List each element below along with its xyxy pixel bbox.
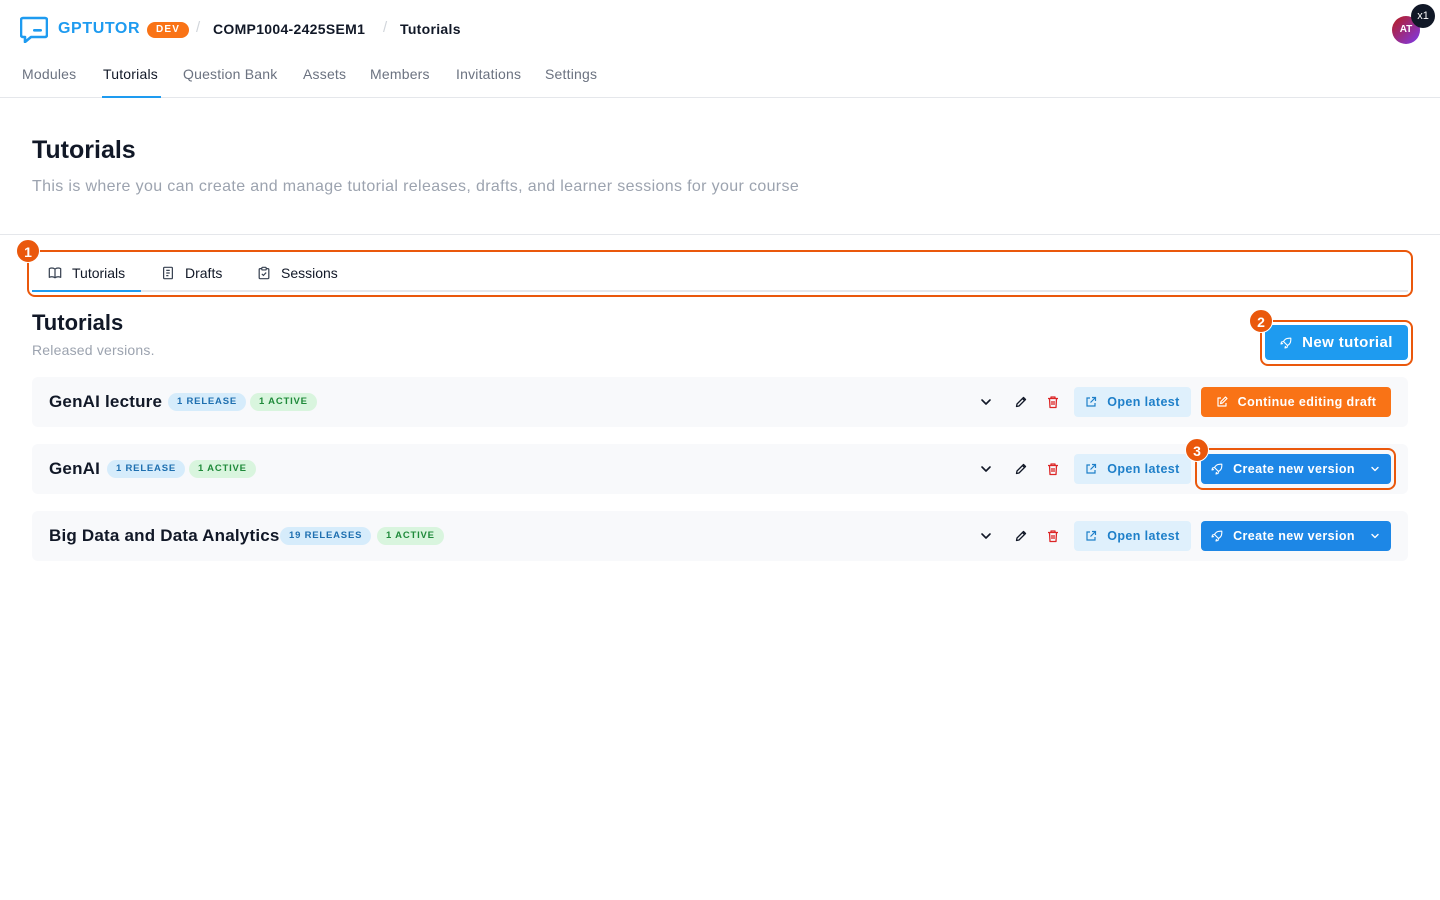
active-count-badge: 1 ACTIVE <box>377 527 444 545</box>
annotation-marker: 3 <box>1185 438 1209 462</box>
tutorial-row: GenAI lecture 1 RELEASE 1 ACTIVE Open la… <box>32 377 1408 427</box>
release-count-badge: 19 RELEASES <box>280 527 372 545</box>
section-subtitle: Released versions. <box>32 342 155 358</box>
trash-icon[interactable] <box>1045 394 1061 410</box>
annotation-box-tabs <box>27 250 1413 297</box>
chevron-down-icon[interactable] <box>978 461 994 477</box>
active-count-badge: 1 ACTIVE <box>250 393 317 411</box>
tutorial-row: Big Data and Data Analytics 19 RELEASES … <box>32 511 1408 561</box>
open-latest-button[interactable]: Open latest <box>1074 521 1191 551</box>
tutorial-title: Big Data and Data Analytics <box>49 526 280 545</box>
top-bar: GPTUTOR DEV / COMP1004-2425SEM1 / Tutori… <box>0 0 1440 60</box>
trash-icon[interactable] <box>1045 528 1061 544</box>
continue-editing-draft-button[interactable]: Continue editing draft <box>1201 387 1391 417</box>
nav-tutorials[interactable]: Tutorials <box>103 66 158 82</box>
nav-members[interactable]: Members <box>370 66 430 82</box>
button-label: Create new version <box>1233 529 1355 543</box>
external-link-icon <box>1086 463 1097 474</box>
pencil-icon[interactable] <box>1013 394 1029 410</box>
tutorial-title: GenAI lecture <box>49 392 163 411</box>
page-title: Tutorials <box>32 136 136 164</box>
nav-active-indicator <box>102 96 161 98</box>
edit-icon <box>1217 396 1228 407</box>
button-label: Continue editing draft <box>1237 395 1377 409</box>
breadcrumb-separator: / <box>383 19 388 36</box>
nav-assets[interactable]: Assets <box>303 66 346 82</box>
tutorial-title: GenAI <box>49 459 101 478</box>
page-subtitle: This is where you can create and manage … <box>32 178 800 195</box>
breadcrumb-course[interactable]: COMP1004-2425SEM1 <box>213 21 365 37</box>
section-title: Tutorials <box>32 310 124 335</box>
zoom-indicator: x1 <box>1411 4 1435 28</box>
open-latest-button[interactable]: Open latest <box>1074 454 1191 484</box>
create-new-version-button[interactable]: Create new version <box>1201 521 1391 551</box>
nav-question-bank[interactable]: Question Bank <box>183 66 277 82</box>
open-latest-button[interactable]: Open latest <box>1074 387 1191 417</box>
breadcrumb-separator: / <box>196 19 201 36</box>
nav-invitations[interactable]: Invitations <box>456 66 521 82</box>
divider <box>0 234 1440 235</box>
release-count-badge: 1 RELEASE <box>107 460 185 478</box>
chevron-down-icon[interactable] <box>1369 530 1381 542</box>
annotation-box-create-version <box>1195 448 1396 490</box>
brand-name[interactable]: GPTUTOR <box>58 20 140 38</box>
chat-logo-icon[interactable] <box>19 16 49 44</box>
trash-icon[interactable] <box>1045 461 1061 477</box>
annotation-box-new-tutorial <box>1260 320 1413 366</box>
button-label: Open latest <box>1107 462 1180 476</box>
chevron-down-icon[interactable] <box>978 394 994 410</box>
annotation-marker: 2 <box>1249 309 1273 333</box>
course-nav: Modules Tutorials Question Bank Assets M… <box>0 60 1440 98</box>
annotation-marker: 1 <box>16 239 40 263</box>
chevron-down-icon[interactable] <box>978 528 994 544</box>
pencil-icon[interactable] <box>1013 461 1029 477</box>
rocket-icon <box>1211 530 1223 542</box>
active-count-badge: 1 ACTIVE <box>189 460 256 478</box>
nav-modules[interactable]: Modules <box>22 66 76 82</box>
pencil-icon[interactable] <box>1013 528 1029 544</box>
button-label: Open latest <box>1107 395 1180 409</box>
env-badge: DEV <box>147 22 190 38</box>
release-count-badge: 1 RELEASE <box>168 393 246 411</box>
breadcrumb-page: Tutorials <box>400 21 461 37</box>
nav-settings[interactable]: Settings <box>545 66 597 82</box>
external-link-icon <box>1086 396 1097 407</box>
button-label: Open latest <box>1107 529 1180 543</box>
external-link-icon <box>1086 530 1097 541</box>
